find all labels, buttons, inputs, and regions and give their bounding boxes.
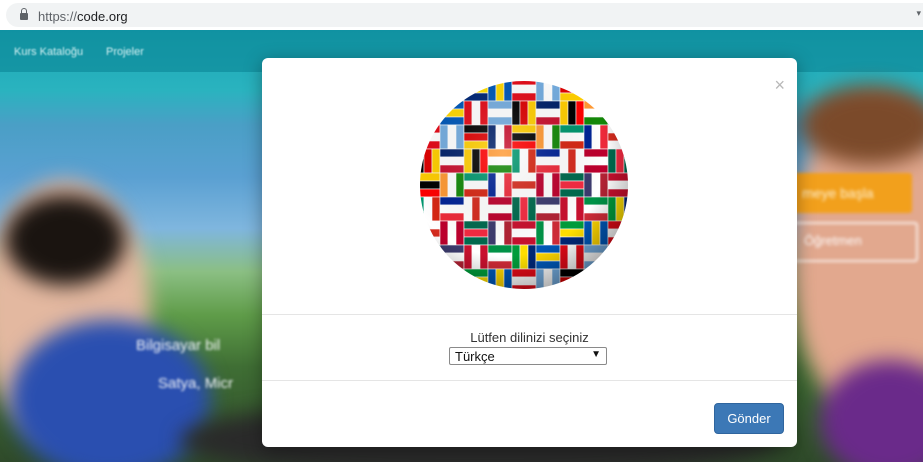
- lock-icon: [20, 8, 28, 22]
- url-field[interactable]: https://code.org: [6, 3, 923, 27]
- globe-flag-tile: [423, 100, 433, 126]
- modal-divider-bottom: [262, 380, 797, 381]
- globe-flag-tile: [420, 244, 425, 270]
- flag-globe-icon: [420, 81, 628, 289]
- globe-flag-tile: [420, 284, 441, 289]
- globe-flag-tile: [439, 81, 449, 102]
- language-prompt: Lütfen dilinizi seçiniz: [470, 330, 589, 345]
- hero-subline: Satya, Micr: [158, 375, 234, 392]
- start-learning-button[interactable]: meye başla: [792, 173, 912, 213]
- globe-flag-tile: [447, 268, 457, 289]
- teacher-label: Öğretmen: [804, 233, 862, 248]
- hero-headline: Bilgisayar bil: [136, 337, 221, 354]
- modal-divider-top: [262, 314, 797, 315]
- globe-flag-tile: [607, 284, 628, 289]
- globe-flag-tile: [463, 284, 489, 289]
- globe-flag-tile: [615, 244, 625, 270]
- globe-flag-tile: [623, 244, 628, 270]
- globe-flag-tile: [431, 100, 441, 126]
- globe-flag-tile: [423, 244, 433, 270]
- globe-flag-tile: [615, 100, 625, 126]
- browser-address-bar: https://code.org ▾: [0, 0, 923, 30]
- submit-button[interactable]: Gönder: [714, 403, 784, 434]
- globe-flag-tile: [607, 92, 628, 102]
- hero-photo-boy-hair: [5, 195, 125, 285]
- globe-flag-tile: [607, 81, 628, 86]
- globe-flag-tile: [455, 81, 465, 102]
- globe-flag-tile: [420, 81, 441, 86]
- globe-flag-tile: [607, 100, 617, 126]
- globe-flag-tile: [455, 268, 465, 289]
- globe-flag-tile: [559, 284, 585, 289]
- globe-flag-tile: [607, 84, 628, 94]
- globe-flag-tile: [607, 276, 628, 286]
- teacher-button[interactable]: Öğretmen: [790, 222, 918, 262]
- globe-flag-tile: [559, 81, 585, 86]
- url-host: code.org: [77, 9, 128, 24]
- language-modal: × Lütfen dilinizi seçiniz Türkçe ▼ Gönde…: [262, 58, 797, 447]
- globe-flag-tile: [599, 81, 609, 102]
- globe-flag-tile: [463, 81, 489, 86]
- url-text[interactable]: https://code.org: [38, 9, 128, 24]
- globe-flag-tile: [420, 268, 441, 278]
- globe-flag-tile: [431, 244, 441, 270]
- globe-flag-tile: [447, 81, 457, 102]
- globe-flag-tile: [591, 268, 601, 289]
- globe-flag-tile: [439, 268, 449, 289]
- chevron-down-icon[interactable]: ▾: [916, 8, 921, 19]
- nav-item-course-catalog[interactable]: Kurs Kataloğu: [14, 46, 83, 58]
- globe-flag-tile: [583, 268, 593, 289]
- chevron-down-icon: ▼: [591, 349, 601, 360]
- globe-flag-tile: [420, 84, 441, 94]
- globe-flag-tile: [623, 100, 628, 126]
- globe-flag-tile: [420, 92, 441, 102]
- globe-flag-tile: [591, 81, 601, 102]
- nav-item-projects[interactable]: Projeler: [106, 46, 144, 58]
- close-icon[interactable]: ×: [774, 76, 785, 94]
- globe-flag-tile: [583, 81, 593, 102]
- globe-flag-tile: [607, 244, 617, 270]
- start-learning-label: meye başla: [802, 185, 874, 201]
- language-select[interactable]: Türkçe ▼: [449, 347, 607, 365]
- globe-flag-tile: [420, 276, 441, 286]
- globe-flag-tile: [607, 268, 628, 278]
- language-select-value: Türkçe: [455, 349, 495, 364]
- globe-flag-tile: [420, 100, 425, 126]
- url-scheme: https://: [38, 9, 78, 24]
- globe-flag-tile: [599, 268, 609, 289]
